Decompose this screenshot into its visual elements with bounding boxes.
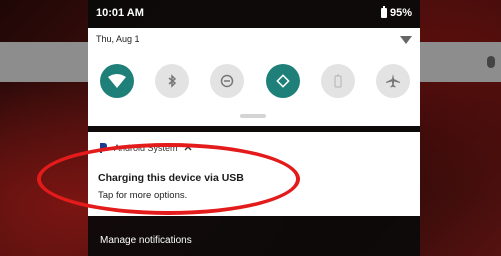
do-not-disturb-tile[interactable]	[210, 64, 245, 98]
wifi-status-icon	[400, 36, 412, 44]
quick-settings-panel: Thu, Aug 1	[88, 28, 420, 126]
microphone-icon[interactable]	[487, 56, 495, 68]
manage-notifications-button[interactable]: Manage notifications	[100, 235, 192, 246]
battery-icon	[380, 6, 387, 18]
bluetooth-tile[interactable]	[155, 64, 190, 98]
do-not-disturb-icon	[221, 74, 234, 88]
auto-rotate-icon	[275, 74, 290, 88]
notification-shade: 10:01 AM 95% Thu, Aug 1 Android System C…	[88, 0, 420, 256]
status-bar: 10:01 AM 95%	[88, 0, 420, 26]
status-time: 10:01 AM	[96, 7, 144, 19]
battery-percent: 95%	[389, 7, 412, 19]
airplane-mode-tile[interactable]	[375, 64, 410, 98]
battery-saver-icon	[334, 74, 342, 88]
battery-indicator: 95%	[380, 6, 412, 19]
battery-saver-tile[interactable]	[320, 64, 355, 98]
auto-rotate-tile[interactable]	[265, 64, 300, 98]
highlight-circle	[37, 143, 300, 215]
bluetooth-icon	[168, 74, 177, 88]
date-label: Thu, Aug 1	[96, 34, 140, 44]
airplane-mode-icon	[385, 74, 400, 88]
quick-settings-tiles	[100, 64, 410, 98]
wifi-tile[interactable]	[100, 64, 134, 98]
drag-handle[interactable]	[240, 114, 266, 118]
wifi-icon	[108, 74, 126, 88]
